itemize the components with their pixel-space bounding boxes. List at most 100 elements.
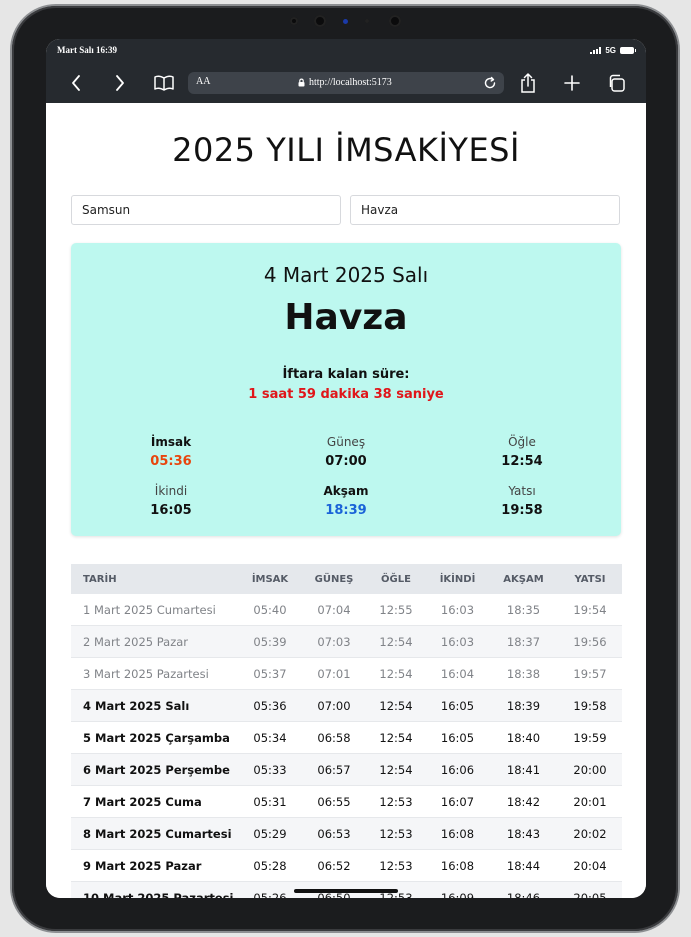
status-bar: Mart Salı 16:39 5G xyxy=(46,39,646,63)
prayer-time-aksam: Akşam 18:39 xyxy=(286,484,406,518)
table-row: 7 Mart 2025 Cuma 05:31 06:55 12:53 16:07 18:4… xyxy=(71,785,622,818)
cell-aksam: 18:37 xyxy=(489,625,558,658)
col-header-gunes: GÜNEŞ xyxy=(302,564,366,594)
browser-toolbar: AA http://localhost:5173 xyxy=(46,63,646,103)
cell-ikindi: 16:04 xyxy=(426,657,489,690)
cell-yatsi: 19:57 xyxy=(558,657,622,690)
reload-button[interactable] xyxy=(482,75,498,91)
table-row: 9 Mart 2025 Pazar 05:28 06:52 12:53 16:08 18:… xyxy=(71,849,622,882)
cell-imsak: 05:37 xyxy=(238,657,302,690)
cell-ogle: 12:54 xyxy=(366,753,426,786)
status-indicators: 5G xyxy=(590,46,636,55)
chevron-left-icon xyxy=(72,75,80,91)
cell-imsak: 05:39 xyxy=(238,625,302,658)
table-row: 3 Mart 2025 Pazartesi 05:37 07:01 12:54 16:0… xyxy=(71,657,622,690)
home-indicator[interactable] xyxy=(294,889,398,893)
cell-gunes: 07:00 xyxy=(302,689,366,722)
tabs-icon xyxy=(609,74,625,92)
back-button[interactable] xyxy=(66,73,86,93)
iftar-remaining-label: İftara kalan süre: xyxy=(282,367,410,382)
cell-ogle: 12:55 xyxy=(366,594,426,626)
cell-ikindi: 16:05 xyxy=(426,689,489,722)
address-bar[interactable]: AA http://localhost:5173 xyxy=(188,72,504,94)
camera-icon xyxy=(389,15,401,27)
prayer-name: Güneş xyxy=(326,435,366,449)
prayer-name: İkindi xyxy=(154,484,188,498)
cell-aksam: 18:44 xyxy=(489,849,558,882)
cell-ikindi: 16:09 xyxy=(426,881,489,898)
cell-gunes: 06:58 xyxy=(302,721,366,754)
today-date: 4 Mart 2025 Salı xyxy=(263,263,429,287)
table-row: 1 Mart 2025 Cumartesi 05:40 07:04 12:55 16:0… xyxy=(71,594,622,626)
col-header-ogle: ÖĞLE xyxy=(366,564,426,594)
sensor-icon xyxy=(290,17,298,25)
bookmarks-button[interactable] xyxy=(154,73,174,93)
cell-tarih: 6 Mart 2025 Perşembe xyxy=(71,753,238,786)
cell-ikindi: 16:08 xyxy=(426,849,489,882)
cell-yatsi: 19:56 xyxy=(558,625,622,658)
table-row: 2 Mart 2025 Pazar 05:39 07:03 12:54 16:03 18:… xyxy=(71,625,622,658)
cell-imsak: 05:36 xyxy=(238,689,302,722)
prayer-value: 16:05 xyxy=(150,503,192,518)
prayer-name: İmsak xyxy=(150,435,192,449)
cell-tarih: 1 Mart 2025 Cumartesi xyxy=(71,594,238,626)
prayer-value: 05:36 xyxy=(150,454,192,469)
cell-tarih: 4 Mart 2025 Salı xyxy=(71,689,238,722)
cell-yatsi: 20:04 xyxy=(558,849,622,882)
cell-aksam: 18:43 xyxy=(489,817,558,850)
cell-ogle: 12:54 xyxy=(366,689,426,722)
cell-imsak: 05:33 xyxy=(238,753,302,786)
reader-aa-button[interactable]: AA xyxy=(196,76,210,87)
prayer-time-gunes: Güneş 07:00 xyxy=(286,435,406,469)
sensor-icon xyxy=(365,19,369,23)
new-tab-button[interactable] xyxy=(562,73,582,93)
screen: Mart Salı 16:39 5G AA http://localhost:5… xyxy=(46,39,646,898)
province-select[interactable]: Samsun xyxy=(71,195,341,225)
cell-ikindi: 16:08 xyxy=(426,817,489,850)
cell-aksam: 18:38 xyxy=(489,657,558,690)
table-row: 8 Mart 2025 Cumartesi 05:29 06:53 12:53 16:0… xyxy=(71,817,622,850)
camera-array xyxy=(12,15,678,29)
cell-tarih: 5 Mart 2025 Çarşamba xyxy=(71,721,238,754)
lock-icon xyxy=(298,78,305,87)
prayer-name: Akşam xyxy=(323,484,369,498)
prayer-time-ikindi: İkindi 16:05 xyxy=(111,484,231,518)
page-title: 2025 YILI İMSAKİYESİ xyxy=(172,131,520,169)
cell-imsak: 05:40 xyxy=(238,594,302,626)
table-row: 6 Mart 2025 Perşembe 05:33 06:57 12:54 16:06… xyxy=(71,753,622,786)
cell-tarih: 8 Mart 2025 Cumartesi xyxy=(71,817,238,850)
prayer-name: Yatsı xyxy=(508,484,536,498)
iftar-countdown: 1 saat 59 dakika 38 saniye xyxy=(248,387,444,402)
table-row: 5 Mart 2025 Çarşamba 05:34 06:58 12:54 16:05… xyxy=(71,721,622,754)
imsakiye-table: TARİH İMSAK GÜNEŞ ÖĞLE İKİNDİ AKŞAM YATS… xyxy=(71,564,622,898)
cell-gunes: 06:52 xyxy=(302,849,366,882)
share-icon xyxy=(521,73,535,93)
cell-ikindi: 16:03 xyxy=(426,594,489,626)
cell-imsak: 05:29 xyxy=(238,817,302,850)
cell-aksam: 18:42 xyxy=(489,785,558,818)
cell-aksam: 18:41 xyxy=(489,753,558,786)
web-page: 2025 YILI İMSAKİYESİ Samsun Havza 4 Mart… xyxy=(46,103,646,898)
url-display[interactable]: http://localhost:5173 xyxy=(298,77,392,88)
district-select[interactable]: Havza xyxy=(350,195,620,225)
network-label: 5G xyxy=(605,46,616,55)
status-time: Mart Salı 16:39 xyxy=(57,45,117,55)
cell-aksam: 18:35 xyxy=(489,594,558,626)
chevron-right-icon xyxy=(116,75,124,91)
battery-icon xyxy=(620,47,636,54)
share-button[interactable] xyxy=(518,73,538,93)
prayer-value: 07:00 xyxy=(325,454,367,469)
cell-tarih: 10 Mart 2025 Pazartesi xyxy=(71,881,238,898)
prayer-name: Öğle xyxy=(508,435,536,449)
cell-gunes: 07:03 xyxy=(302,625,366,658)
cell-ogle: 12:54 xyxy=(366,721,426,754)
col-header-imsak: İMSAK xyxy=(238,564,302,594)
cell-ogle: 12:53 xyxy=(366,849,426,882)
col-header-yatsi: YATSI xyxy=(558,564,622,594)
cell-yatsi: 20:02 xyxy=(558,817,622,850)
prayer-value: 12:54 xyxy=(501,454,543,469)
cell-tarih: 2 Mart 2025 Pazar xyxy=(71,625,238,658)
forward-button[interactable] xyxy=(110,73,130,93)
tabs-button[interactable] xyxy=(606,73,626,93)
url-text: http://localhost:5173 xyxy=(309,77,392,88)
